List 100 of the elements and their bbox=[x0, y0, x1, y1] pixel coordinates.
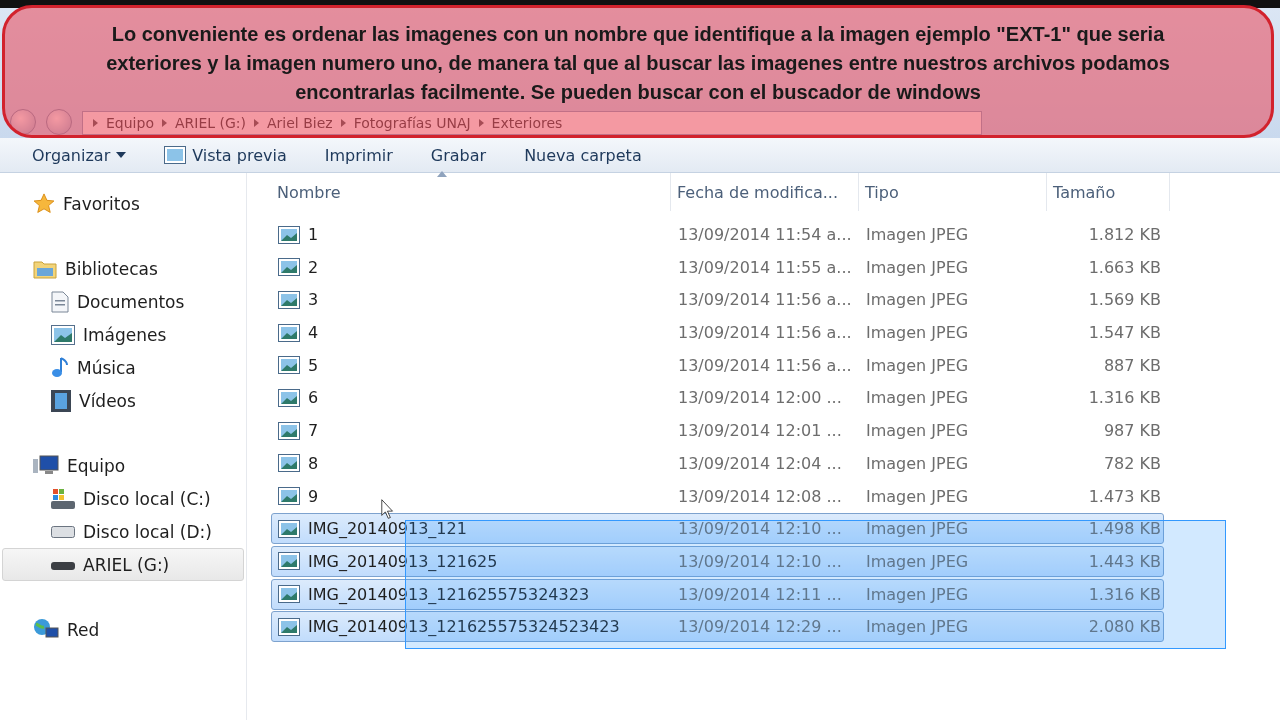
table-cell-text: 13/09/2014 11:56 a... bbox=[677, 289, 853, 312]
sidebar-item[interactable]: Música bbox=[2, 351, 244, 384]
file-row[interactable]: 6 13/09/2014 12:00 ... Imagen JPEG 1.316 KB bbox=[271, 382, 1164, 414]
file-row[interactable]: 9 13/09/2014 12:08 ... Imagen JPEG 1.473 KB bbox=[271, 480, 1164, 512]
toolbar-button[interactable]: Imprimir bbox=[320, 143, 397, 167]
table-cell-text: 13/09/2014 12:00 ... bbox=[677, 387, 843, 410]
file-row[interactable]: 2 13/09/2014 11:55 a... Imagen JPEG 1.663 KB bbox=[271, 251, 1164, 283]
image-file-icon bbox=[278, 421, 300, 440]
file-row[interactable]: 7 13/09/2014 12:01 ... Imagen JPEG 987 KB bbox=[271, 415, 1164, 447]
folder-icon bbox=[33, 258, 57, 279]
image-file-icon bbox=[278, 454, 300, 473]
table-cell-text: 13/09/2014 12:08 ... bbox=[677, 485, 843, 508]
toolbar-button[interactable]: Organizar bbox=[28, 143, 131, 167]
image-file-icon bbox=[278, 552, 300, 571]
chevron-icon bbox=[93, 119, 98, 127]
cursor-icon bbox=[381, 499, 394, 519]
annotation-text: Lo conveniente es ordenar las imagenes con un nombre que identifique a la imagen ejemplo "EXT-1" que seria exteriores y la imagen numero uno, de manera tal que al buscar las imagenes entre nuestros archivos podamos encontrarlas facilmente. Se pueden buscar con el buscador de windows bbox=[105, 22, 1171, 105]
caret-icon bbox=[116, 152, 127, 158]
image-file-icon bbox=[278, 225, 300, 244]
file-name: 2 bbox=[308, 257, 319, 277]
chevron-icon bbox=[340, 119, 346, 127]
table-cell-text: 13/09/2014 12:10 ... bbox=[677, 550, 843, 573]
toolbar-button[interactable]: Nueva carpeta bbox=[520, 143, 646, 167]
image-file-icon bbox=[278, 258, 300, 277]
sidebar-item[interactable]: Documentos bbox=[2, 285, 244, 318]
file-row[interactable]: 3 13/09/2014 11:56 a... Imagen JPEG 1.569 KB bbox=[271, 284, 1164, 316]
table-cell-text: Imagen JPEG bbox=[865, 485, 970, 508]
image-icon bbox=[51, 324, 75, 345]
table-cell-text: 13/09/2014 11:55 a... bbox=[677, 256, 853, 279]
computer-icon bbox=[33, 454, 59, 477]
music-note-icon bbox=[51, 356, 69, 379]
chevron-icon bbox=[254, 119, 259, 127]
file-row[interactable]: 1 13/09/2014 11:54 a... Imagen JPEG 1.812 KB bbox=[271, 219, 1164, 250]
table-cell-text: 1.569 KB bbox=[1087, 289, 1162, 312]
table-cell-text: 1.498 KB bbox=[1087, 518, 1162, 541]
table-cell-text: Imagen JPEG bbox=[865, 583, 970, 606]
table-cell-text: 13/09/2014 11:56 a... bbox=[677, 322, 853, 345]
image-file-icon bbox=[278, 290, 300, 309]
table-cell-text: 1.316 KB bbox=[1087, 387, 1162, 410]
table-cell-text: 13/09/2014 12:11 ... bbox=[677, 583, 843, 606]
image-file-icon bbox=[278, 519, 300, 538]
file-name: 4 bbox=[308, 323, 319, 343]
sidebar-item[interactable]: Bibliotecas bbox=[2, 252, 244, 285]
table-cell-text: 13/09/2014 12:04 ... bbox=[677, 452, 843, 475]
sidebar-item[interactable]: Equipo bbox=[2, 449, 244, 482]
table-cell-text: Imagen JPEG bbox=[865, 518, 970, 541]
table-cell-text: 1.547 KB bbox=[1087, 322, 1162, 345]
sidebar-item[interactable]: Disco local (C:) bbox=[2, 482, 244, 515]
sidebar-item[interactable]: Red bbox=[2, 613, 244, 646]
image-file-icon bbox=[278, 487, 300, 505]
drive-icon bbox=[51, 525, 75, 538]
sidebar-item[interactable]: Vídeos bbox=[2, 384, 244, 417]
table-cell-text: 1.443 KB bbox=[1087, 550, 1162, 573]
table-cell-text: Imagen JPEG bbox=[865, 256, 970, 279]
sidebar-item[interactable]: Imágenes bbox=[2, 318, 244, 351]
table-cell-text: Imagen JPEG bbox=[865, 452, 970, 475]
table-cell-text: 13/09/2014 11:54 a... bbox=[677, 224, 853, 246]
sort-arrow-icon bbox=[437, 171, 447, 177]
sidebar-item[interactable]: Favoritos bbox=[2, 187, 244, 220]
chevron-icon bbox=[478, 119, 484, 127]
file-name: 7 bbox=[308, 421, 319, 441]
image-file-icon bbox=[278, 356, 300, 375]
toolbar-button[interactable]: Grabar bbox=[426, 143, 491, 167]
table-cell-text: Imagen JPEG bbox=[865, 550, 970, 573]
table-cell-text: 1.812 KB bbox=[1087, 224, 1162, 246]
file-row[interactable]: 8 13/09/2014 12:04 ... Imagen JPEG 782 KB bbox=[271, 447, 1164, 479]
file-name: 5 bbox=[308, 355, 319, 375]
table-cell-text: 13/09/2014 12:10 ... bbox=[677, 518, 843, 541]
column-header[interactable]: Fecha de modifica... bbox=[671, 173, 859, 211]
table-cell-text: 13/09/2014 12:29 ... bbox=[677, 616, 843, 639]
table-cell-text: Imagen JPEG bbox=[865, 387, 970, 410]
drive-icon bbox=[51, 559, 75, 570]
file-row[interactable]: 5 13/09/2014 11:56 a... Imagen JPEG 887 KB bbox=[271, 349, 1164, 381]
sidebar-item[interactable]: ARIEL (G:) bbox=[2, 548, 244, 581]
chevron-icon bbox=[161, 119, 167, 127]
file-name: 3 bbox=[308, 290, 319, 310]
table-cell-text: 1.316 KB bbox=[1087, 583, 1162, 606]
file-name: 8 bbox=[308, 453, 319, 473]
table-cell-text: Imagen JPEG bbox=[865, 224, 970, 246]
file-name: 9 bbox=[308, 486, 319, 506]
table-cell-text: 1.473 KB bbox=[1087, 485, 1162, 508]
table-cell-text: Imagen JPEG bbox=[865, 616, 970, 639]
image-icon bbox=[164, 146, 187, 164]
table-cell-text: Imagen JPEG bbox=[865, 354, 970, 377]
image-file-icon bbox=[278, 617, 300, 636]
sidebar-item[interactable]: Disco local (D:) bbox=[2, 515, 244, 548]
column-header[interactable]: Tipo bbox=[859, 173, 1047, 211]
toolbar-button[interactable]: Vista previa bbox=[160, 143, 291, 167]
image-file-icon bbox=[278, 388, 300, 407]
file-name: 6 bbox=[308, 388, 319, 408]
table-cell-text: 13/09/2014 11:56 a... bbox=[677, 354, 853, 377]
table-cell-text: 887 KB bbox=[1102, 354, 1162, 377]
file-name: 1 bbox=[308, 225, 319, 244]
table-cell-text: Imagen JPEG bbox=[865, 420, 970, 443]
table-cell-text: 987 KB bbox=[1102, 420, 1162, 443]
file-row[interactable]: 4 13/09/2014 11:56 a... Imagen JPEG 1.547 KB bbox=[271, 317, 1164, 349]
column-header[interactable]: Tamaño bbox=[1047, 173, 1170, 211]
table-cell-text: Imagen JPEG bbox=[865, 322, 970, 345]
back-button[interactable] bbox=[10, 109, 36, 135]
drive-icon bbox=[51, 487, 75, 510]
